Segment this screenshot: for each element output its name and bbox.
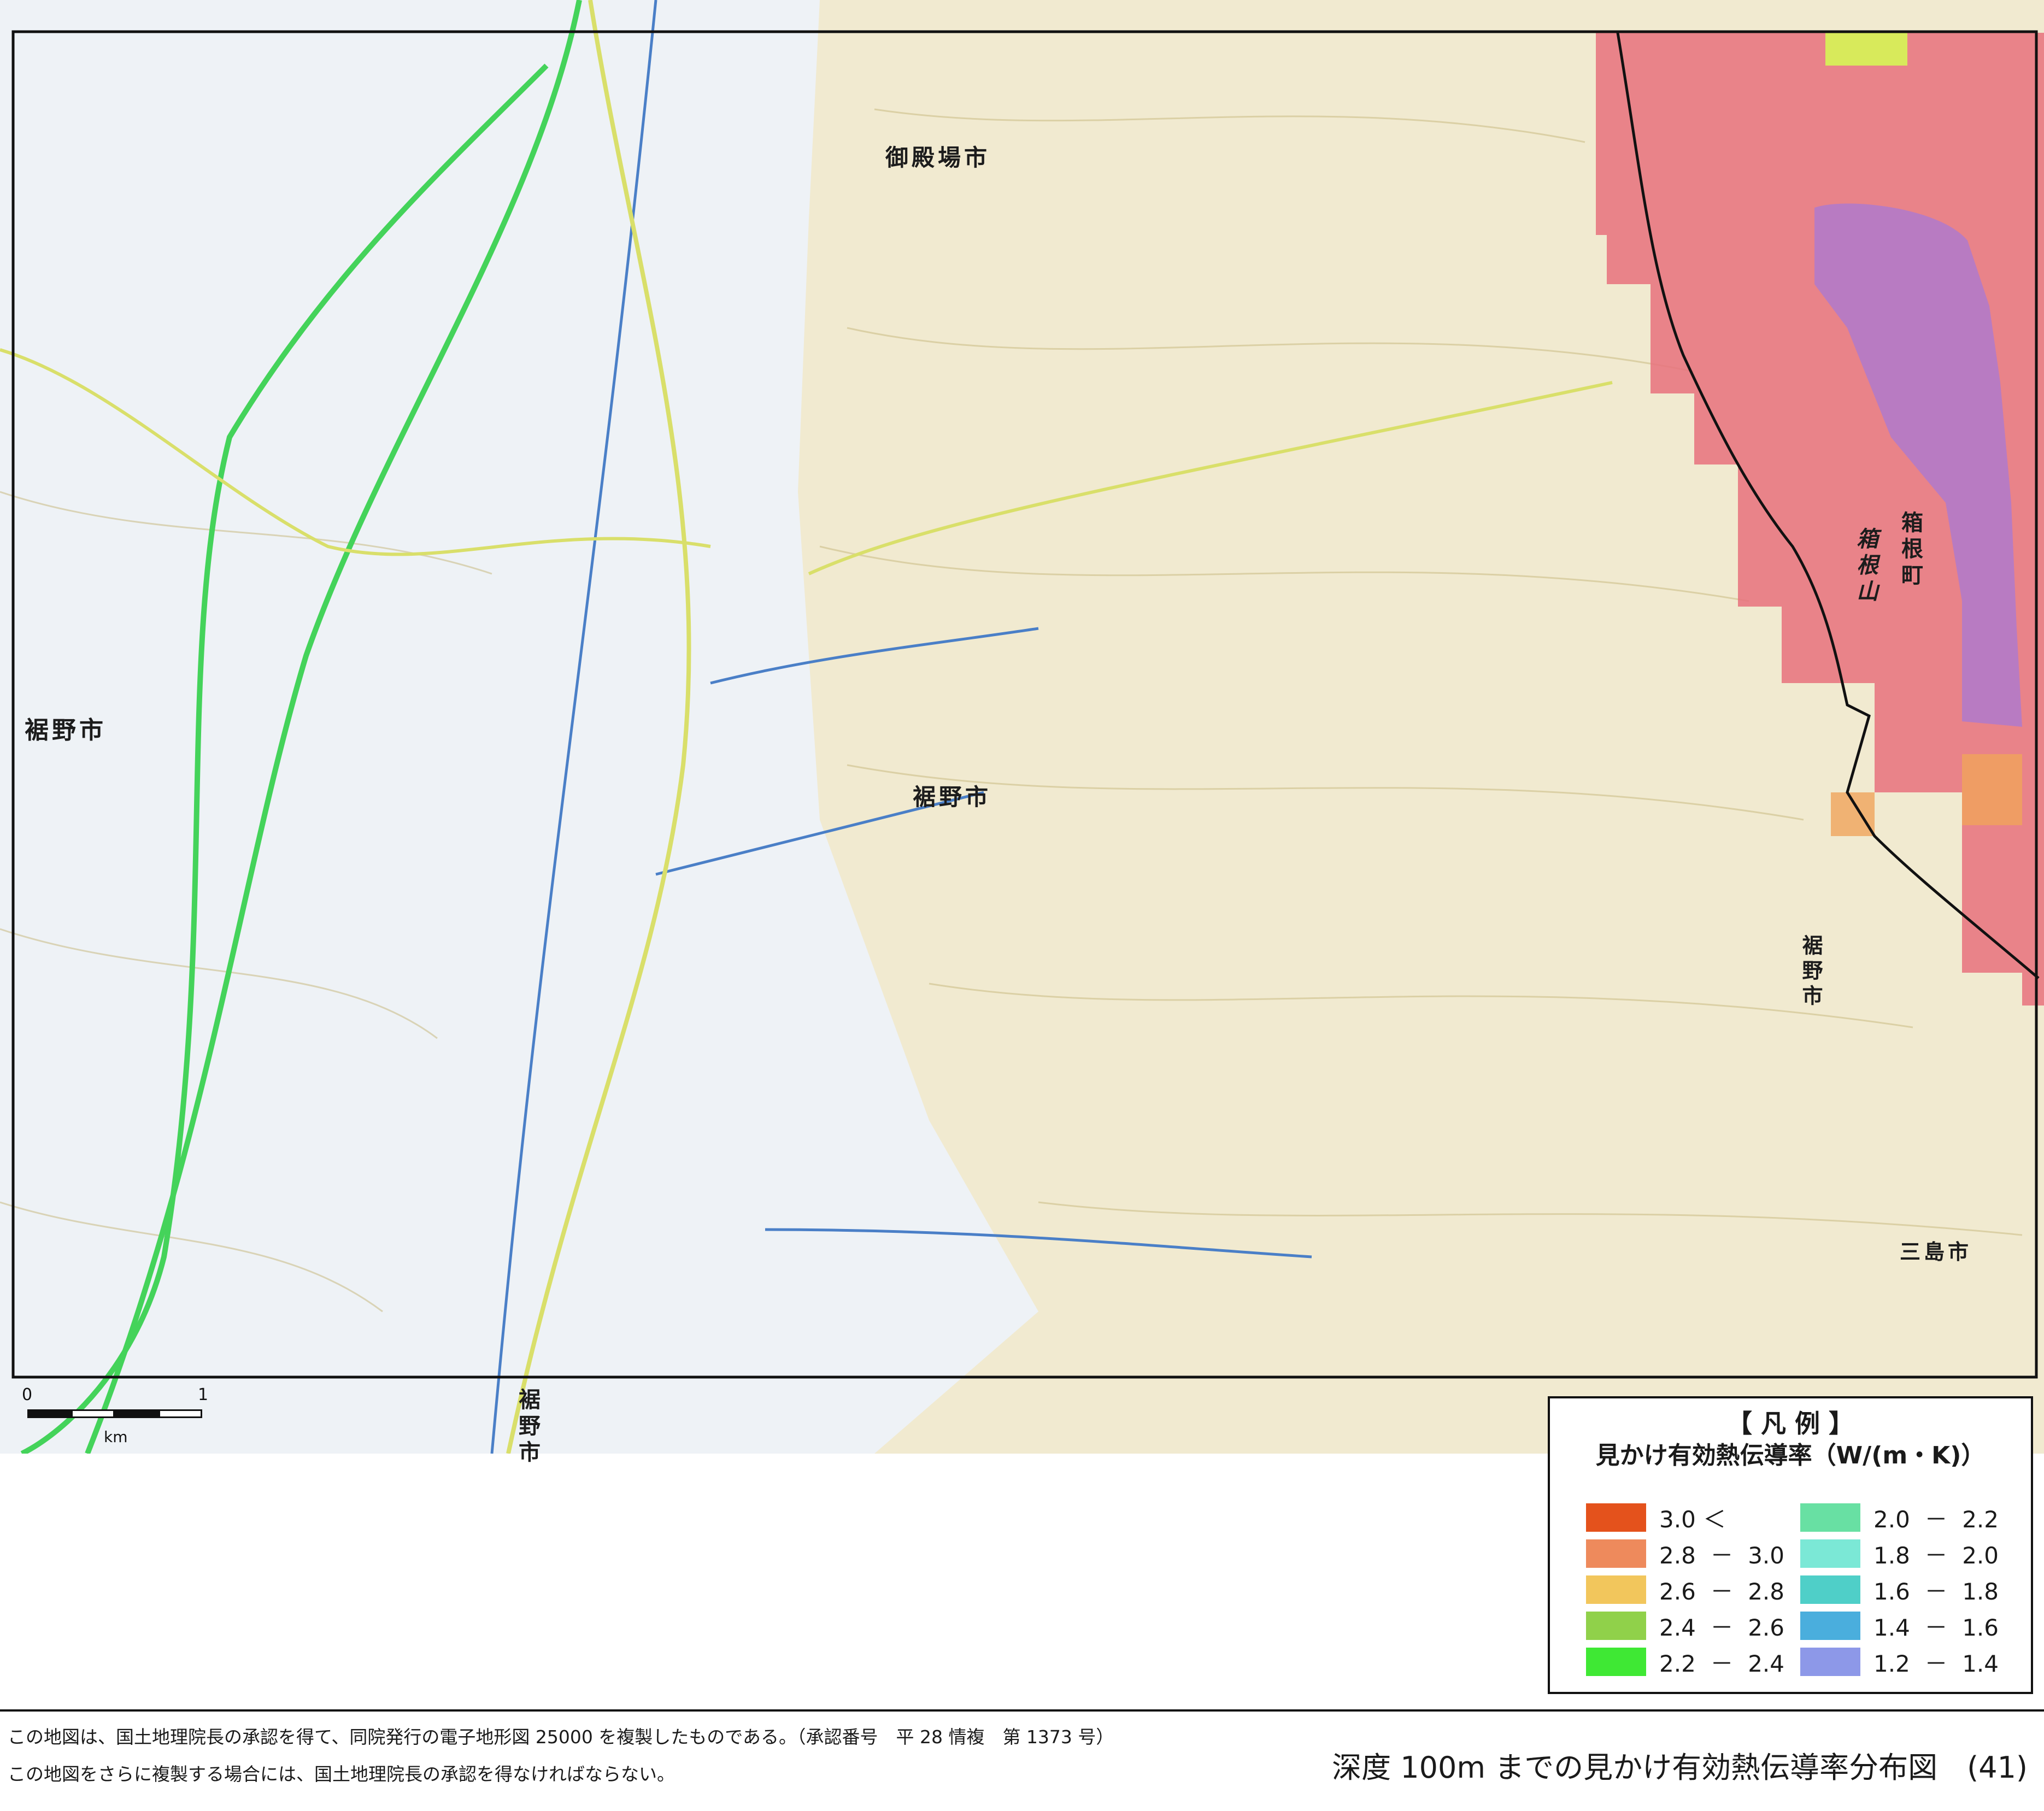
legend-item: 1.2 － 1.4 bbox=[1800, 1647, 1999, 1677]
legend-swatch bbox=[1586, 1648, 1646, 1676]
legend-item: 1.8 － 2.0 bbox=[1800, 1538, 1999, 1569]
map-canvas bbox=[0, 0, 2044, 1454]
legend-swatch bbox=[1586, 1612, 1646, 1640]
legend-item: 2.0 － 2.2 bbox=[1800, 1502, 1999, 1533]
reproduction-note: この地図をさらに複製する場合には、国土地理院長の承認を得なければならない。 bbox=[8, 1763, 675, 1785]
place-label-susono-center: 裾野市 bbox=[913, 784, 992, 810]
legend-title: 【 凡 例 】 bbox=[1726, 1409, 1854, 1438]
scale-segment bbox=[158, 1409, 202, 1418]
legend-label: 1.8 － 2.0 bbox=[1873, 1542, 1999, 1569]
place-label-susono-south: 裾野市 bbox=[515, 1388, 540, 1467]
zone-2-6-2-8 bbox=[1962, 754, 2022, 825]
topographic-map[interactable]: 御殿場市 裾野市 裾野市 裾野市 裾野市 箱根町 箱根山 三島市 bbox=[0, 0, 2044, 1467]
legend-swatch bbox=[1586, 1539, 1646, 1568]
legend-label: 2.6 － 2.8 bbox=[1659, 1578, 1784, 1605]
legend-label: 2.0 － 2.2 bbox=[1873, 1506, 1999, 1533]
scale-unit-label: km bbox=[104, 1428, 128, 1446]
legend-label: 2.4 － 2.6 bbox=[1659, 1614, 1784, 1641]
legend-label: 3.0 ＜ bbox=[1659, 1506, 1726, 1533]
legend-label: 2.8 － 3.0 bbox=[1659, 1542, 1784, 1569]
place-label-hakone-town: 箱根町 bbox=[1898, 511, 1923, 590]
legend-item: 2.4 － 2.6 bbox=[1586, 1610, 1784, 1641]
legend-label: 1.4 － 1.6 bbox=[1873, 1614, 1999, 1641]
legend-label: 1.2 － 1.4 bbox=[1873, 1650, 1999, 1677]
copyright-note: この地図は、国土地理院長の承認を得て、同院発行の電子地形図 25000 を複製し… bbox=[8, 1726, 1114, 1748]
legend-item: 3.0 ＜ bbox=[1586, 1502, 1726, 1533]
zone-2-4-2-6 bbox=[1825, 33, 1907, 66]
legend-swatch bbox=[1800, 1503, 1860, 1532]
scale-segment bbox=[115, 1409, 158, 1418]
place-label-hakone-mountain: 箱根山 bbox=[1853, 527, 1878, 606]
legend-swatch bbox=[1800, 1539, 1860, 1568]
place-label-gotemba: 御殿場市 bbox=[885, 144, 991, 171]
map-title: 深度 100m までの見かけ有効熱伝導率分布図 (41) bbox=[1332, 1750, 2028, 1785]
place-label-mishima: 三島市 bbox=[1900, 1240, 1972, 1264]
legend-label: 1.6 － 1.8 bbox=[1873, 1578, 1999, 1605]
legend-swatch bbox=[1800, 1612, 1860, 1640]
place-label-susono-east: 裾野市 bbox=[1799, 934, 1823, 1010]
scale-end-label: 1 bbox=[198, 1385, 209, 1404]
place-label-susono-west: 裾野市 bbox=[25, 716, 107, 744]
legend-item: 2.2 － 2.4 bbox=[1586, 1647, 1784, 1677]
legend-swatch bbox=[1586, 1503, 1646, 1532]
footer-divider bbox=[0, 1709, 2044, 1712]
legend-item: 1.6 － 1.8 bbox=[1800, 1574, 1999, 1605]
legend-subtitle: 見かけ有効熱伝導率（W/(m・K)） bbox=[1595, 1442, 1986, 1469]
scale-segment bbox=[27, 1409, 71, 1418]
legend: 【 凡 例 】 見かけ有効熱伝導率（W/(m・K)） 3.0 ＜ 2.8 － 3… bbox=[1548, 1396, 2033, 1694]
legend-item: 2.8 － 3.0 bbox=[1586, 1538, 1784, 1569]
scale-segment bbox=[71, 1409, 115, 1418]
legend-label: 2.2 － 2.4 bbox=[1659, 1650, 1784, 1677]
legend-item: 1.4 － 1.6 bbox=[1800, 1610, 1999, 1641]
scale-start-label: 0 bbox=[22, 1385, 33, 1404]
scale-bar: 0 1 km bbox=[22, 1385, 219, 1451]
legend-item: 2.6 － 2.8 bbox=[1586, 1574, 1784, 1605]
legend-swatch bbox=[1800, 1648, 1860, 1676]
legend-swatch bbox=[1586, 1575, 1646, 1604]
legend-swatch bbox=[1800, 1575, 1860, 1604]
